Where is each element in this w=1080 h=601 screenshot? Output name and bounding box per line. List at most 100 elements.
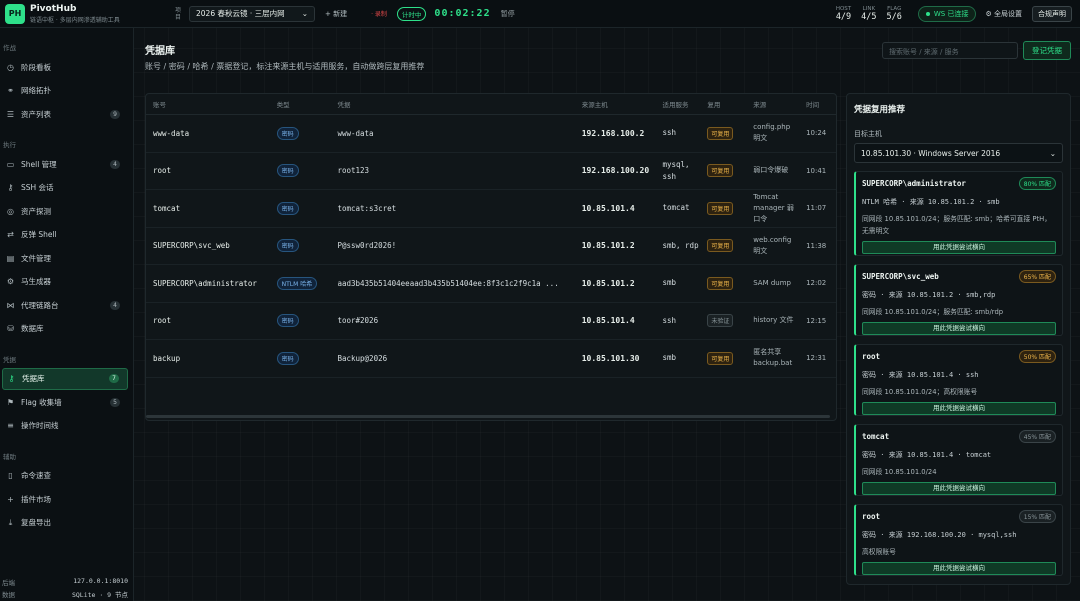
sidebar-item[interactable]: ▤ 文件管理 bbox=[2, 247, 128, 269]
cell-type: 密码 bbox=[270, 239, 331, 253]
sidebar-item[interactable]: ◎ 资产探测 bbox=[2, 200, 128, 222]
reuse-recommendation-panel: 凭据复用推荐 目标主机 10.85.101.30 · Windows Serve… bbox=[846, 93, 1071, 585]
cell-source-host: 10.85.101.2 bbox=[581, 241, 635, 251]
sidebar-item[interactable]: + 插件市场 bbox=[2, 488, 128, 510]
sidebar-item[interactable]: ⤓ 复盘导出 bbox=[2, 512, 128, 534]
cell-type: 密码 bbox=[270, 126, 331, 140]
sidebar-item[interactable]: ☰ 资产列表 9 bbox=[2, 103, 128, 125]
recommend-card-header: root 15% 匹配 bbox=[862, 510, 1056, 523]
col-header-reuse[interactable]: 复用 bbox=[700, 99, 746, 109]
data-value: SQLite · 9 节点 bbox=[71, 591, 128, 599]
cell-credential[interactable]: www-data bbox=[330, 129, 574, 138]
sidebar-item-label: 插件市场 bbox=[21, 494, 51, 504]
cell-source: SAM dump bbox=[753, 278, 791, 287]
table-row[interactable]: root 密码 toor#2026 10.85.101.4 ssh 未验证 history … bbox=[146, 303, 836, 340]
cell-credential[interactable]: toor#2026 bbox=[330, 316, 574, 325]
sidebar-item[interactable]: ⇄ 反弹 Shell bbox=[2, 224, 128, 246]
col-header-service[interactable]: 适用服务 bbox=[655, 99, 700, 109]
table-row[interactable]: SUPERCORP\administrator NTLM 哈希 aad3b435b5… bbox=[146, 265, 836, 303]
sidebar-item[interactable]: ⋈ 代理链路台 4 bbox=[2, 294, 128, 316]
table-row[interactable]: root 密码 root123 192.168.100.20 mysql, ssh 可复用… bbox=[146, 153, 836, 190]
sidebar-item[interactable]: ⚙ 马生成器 bbox=[2, 271, 128, 293]
table-row[interactable]: backup 密码 Backup@2026 10.85.101.30 smb 可复用 匿名共… bbox=[146, 340, 836, 378]
reuse-badge: 可复用 bbox=[707, 276, 734, 290]
try-lateral-button[interactable]: 用此凭据尝试横向 bbox=[862, 322, 1056, 335]
new-project-button[interactable]: + 新建 bbox=[325, 9, 347, 19]
terminal-icon: ▭ bbox=[6, 159, 15, 169]
type-badge: 密码 bbox=[276, 126, 299, 140]
col-header-source[interactable]: 来源 bbox=[746, 99, 799, 109]
compliance-button[interactable]: 合规声明 bbox=[1032, 5, 1072, 22]
table-row[interactable]: www-data 密码 www-data 192.168.100.2 ssh 可复用 con… bbox=[146, 115, 836, 153]
table-row[interactable]: tomcat 密码 tomcat:s3cret 10.85.101.4 tomcat 可复… bbox=[146, 190, 836, 228]
sidebar-item-count: 7 bbox=[109, 374, 119, 383]
chevron-down-icon: ⌄ bbox=[1049, 148, 1056, 158]
sidebar-item-label: 复盘导出 bbox=[21, 518, 51, 527]
sidebar-item[interactable]: ⛁ 数据库 bbox=[2, 318, 128, 340]
try-lateral-button[interactable]: 用此凭据尝试横向 bbox=[862, 562, 1056, 575]
table-row[interactable]: SUPERCORP\svc_web 密码 P@ssw0rd2026! 10.85.10… bbox=[146, 228, 836, 265]
sidebar-group-label: 作战 bbox=[3, 44, 16, 52]
col-header-time[interactable]: 时间 bbox=[799, 99, 836, 109]
search-input[interactable]: 搜索账号 / 来源 / 服务 bbox=[882, 42, 1018, 59]
col-header-type[interactable]: 类型 bbox=[270, 99, 331, 109]
record-button[interactable]: · 录制 bbox=[371, 9, 387, 18]
stat-flag-key: FLAG bbox=[887, 5, 902, 12]
target-host-select[interactable]: 10.85.101.30 · Windows Server 2016 ⌄ bbox=[854, 143, 1063, 163]
status-dot-icon bbox=[925, 11, 930, 16]
cell-credential[interactable]: root123 bbox=[330, 166, 574, 175]
sidebar-item-label: 网络拓扑 bbox=[21, 86, 51, 95]
cell-time: 11:38 bbox=[806, 241, 827, 250]
sidebar-item[interactable]: ◷ 阶段看板 bbox=[2, 56, 128, 78]
sidebar-item-label: 文件管理 bbox=[21, 253, 51, 263]
try-lateral-button[interactable]: 用此凭据尝试横向 bbox=[862, 241, 1056, 254]
try-lateral-button[interactable]: 用此凭据尝试横向 bbox=[862, 402, 1056, 415]
recommend-meta: 密码 · 来源 10.85.101.4 · tomcat bbox=[862, 451, 992, 459]
global-settings-button[interactable]: ⚙ 全局设置 bbox=[985, 9, 1022, 19]
sidebar-item-label: 数据库 bbox=[21, 324, 44, 333]
col-header-host[interactable]: 来源主机 bbox=[575, 99, 656, 109]
project-select[interactable]: 2026 春秋云镜 · 三层内网 ⌄ bbox=[189, 5, 315, 22]
cell-credential[interactable]: P@ssw0rd2026! bbox=[330, 241, 574, 250]
try-lateral-button[interactable]: 用此凭据尝试横向 bbox=[862, 482, 1056, 495]
sidebar-item-count: 4 bbox=[110, 300, 120, 310]
type-badge: 密码 bbox=[276, 351, 299, 365]
col-header-credential[interactable]: 凭据 bbox=[330, 99, 574, 109]
register-credential-button[interactable]: 登记凭据 bbox=[1023, 41, 1071, 60]
page-subtitle: 账号 / 密码 / 哈希 / 票据登记，标注来源主机与适用服务，自动做跨层复用推… bbox=[145, 62, 425, 71]
sidebar-item[interactable]: ⚑ Flag 收集墙 5 bbox=[2, 391, 128, 413]
app-root: PH PivotHub 链语中枢 · 多层内网渗透辅助工具 项目 2026 春秋… bbox=[0, 0, 1080, 601]
cell-reuse: 可复用 bbox=[700, 276, 746, 290]
horizontal-scrollbar[interactable] bbox=[146, 415, 830, 418]
stat-host: HOST 4/9 bbox=[836, 6, 851, 22]
cell-time: 12:15 bbox=[806, 316, 827, 325]
app-name: PivotHub bbox=[30, 3, 77, 14]
sidebar-item[interactable]: ⚷ 凭据库 7 bbox=[2, 367, 128, 390]
sidebar-item[interactable]: ▯ 命令速查 bbox=[2, 465, 128, 487]
col-header-account[interactable]: 账号 bbox=[146, 99, 270, 109]
cell-credential[interactable]: Backup@2026 bbox=[330, 354, 574, 363]
sidebar-item[interactable]: ⚷ SSH 会话 bbox=[2, 177, 128, 199]
cell-time: 12:31 bbox=[806, 354, 827, 363]
network-icon: ⚭ bbox=[7, 86, 14, 95]
sidebar-item[interactable]: ≡ 操作时间线 bbox=[2, 415, 128, 437]
cell-account: root bbox=[153, 166, 172, 176]
recommend-card-header: root 50% 匹配 bbox=[862, 350, 1056, 363]
cell-reuse: 可复用 bbox=[700, 239, 746, 253]
sidebar-item[interactable]: ⚭ 网络拓扑 bbox=[2, 80, 128, 102]
timer-display: 00:02:22 bbox=[434, 8, 491, 19]
cell-credential[interactable]: tomcat:s3cret bbox=[330, 204, 574, 213]
cell-source-host: 10.85.101.2 bbox=[581, 278, 635, 288]
reuse-badge: 可复用 bbox=[707, 164, 734, 178]
table-body: www-data 密码 www-data 192.168.100.2 ssh 可复用 con… bbox=[146, 115, 836, 378]
recommend-account: SUPERCORP\svc_web bbox=[862, 272, 939, 281]
sidebar-item[interactable]: ▭ Shell 管理 4 bbox=[2, 153, 128, 175]
cell-credential[interactable]: aad3b435b51404eeaad3b435b51404ee:8f3c1c2… bbox=[330, 279, 574, 288]
recommend-account: SUPERCORP\administrator bbox=[862, 179, 966, 188]
recommend-card: SUPERCORP\administrator 80% 匹配 NTLM 哈希 · 来… bbox=[854, 171, 1063, 256]
sidebar-item-label: 马生成器 bbox=[21, 277, 51, 286]
page-title: 凭据库 bbox=[145, 46, 175, 57]
pause-button[interactable]: 暂停 bbox=[501, 9, 515, 19]
type-badge: 密码 bbox=[276, 201, 299, 215]
proxy-icon: ⋈ bbox=[6, 300, 15, 310]
